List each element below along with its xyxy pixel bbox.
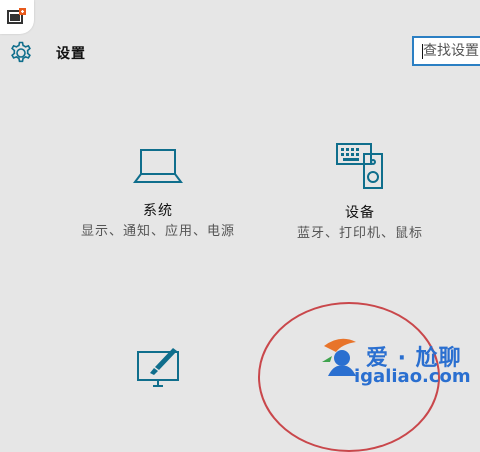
category-description: 显示、通知、应用、电源 bbox=[80, 224, 235, 239]
text-caret bbox=[422, 44, 423, 59]
category-description: 蓝牙、打印机、鼠标 bbox=[296, 226, 423, 241]
category-system[interactable]: 系统 显示、通知、应用、电源 bbox=[78, 146, 238, 242]
gear-icon bbox=[11, 41, 31, 63]
category-personalization[interactable] bbox=[78, 346, 238, 392]
category-title: 设备 bbox=[345, 205, 375, 221]
watermark-url: igaliao.com bbox=[354, 366, 471, 387]
search-box[interactable] bbox=[412, 36, 480, 66]
search-input[interactable] bbox=[414, 38, 480, 64]
keyboard-speaker-icon bbox=[336, 143, 383, 189]
category-title: 系统 bbox=[143, 203, 173, 219]
app-badge[interactable] bbox=[0, 0, 34, 34]
app-badge-icon bbox=[7, 8, 26, 24]
laptop-icon bbox=[133, 149, 183, 183]
settings-header: 设置 bbox=[8, 38, 86, 68]
category-devices[interactable]: 设备 蓝牙、打印机、鼠标 bbox=[280, 140, 440, 244]
page-title: 设置 bbox=[56, 46, 86, 62]
paintbrush-monitor-icon bbox=[137, 348, 179, 387]
